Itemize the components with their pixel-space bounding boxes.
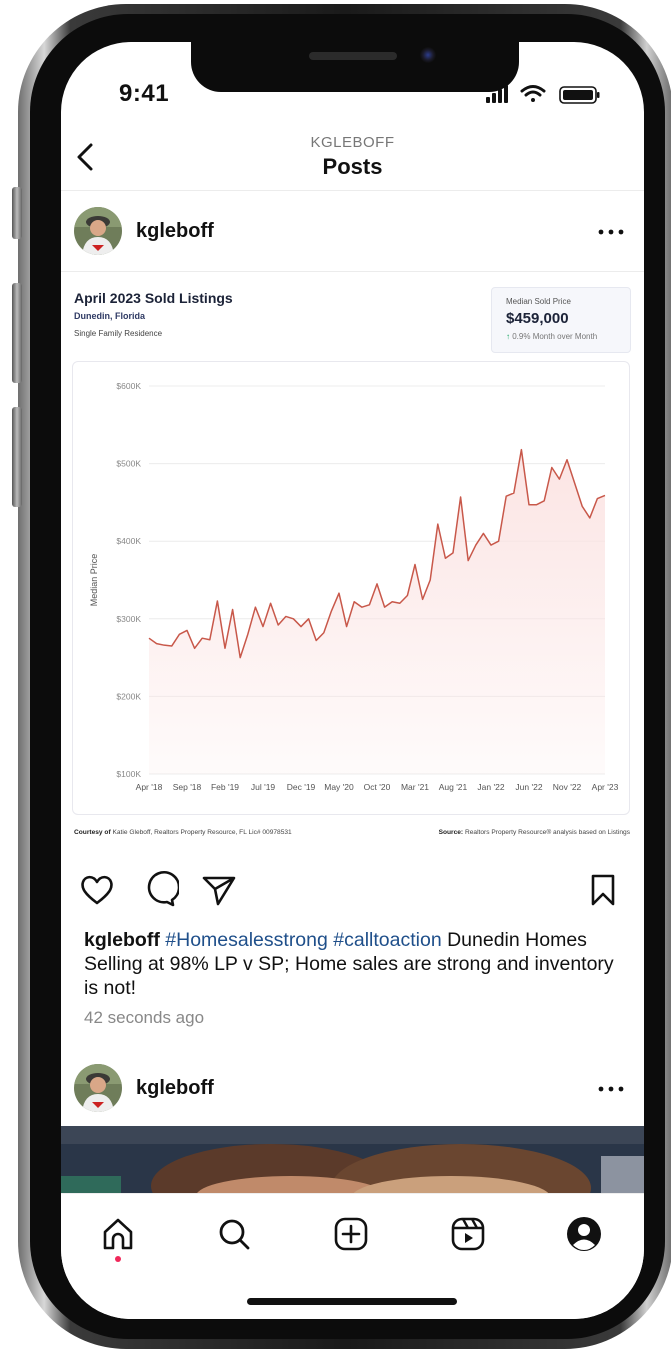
x-tick-label: Apr '23 bbox=[592, 782, 619, 792]
caption-hashtags[interactable]: #Homesalesstrong #calltoaction bbox=[165, 929, 441, 951]
x-tick-label: Oct '20 bbox=[364, 782, 391, 792]
front-camera bbox=[420, 47, 436, 63]
y-axis-label: Median Price bbox=[89, 554, 99, 607]
avatar[interactable] bbox=[74, 1064, 122, 1112]
share-send-icon[interactable] bbox=[199, 870, 239, 910]
median-price-stat: Median Sold Price $459,000 ↑ 0.9% Month … bbox=[491, 287, 631, 353]
median-price-chart: $100K $200K $300K $400K $500K $600K Apr '18 Sep… bbox=[89, 381, 619, 792]
y-tick-label: $100K bbox=[116, 769, 141, 779]
post-image[interactable] bbox=[61, 1126, 644, 1196]
post-timestamp: 42 seconds ago bbox=[84, 1008, 205, 1027]
y-tick-label: $500K bbox=[116, 459, 141, 469]
bookmark-save-icon[interactable] bbox=[583, 870, 623, 910]
x-tick-label: May '20 bbox=[324, 782, 354, 792]
x-tick-label: Sep '18 bbox=[173, 782, 202, 792]
x-tick-label: Apr '18 bbox=[136, 782, 163, 792]
post-username[interactable]: kgleboff bbox=[136, 220, 214, 243]
x-tick-label: Aug '21 bbox=[439, 782, 468, 792]
notification-dot bbox=[115, 1256, 121, 1262]
card-title: April 2023 Sold Listings bbox=[74, 290, 233, 306]
courtesy-text: Katie Gleboff, Realtors Property Resourc… bbox=[112, 829, 292, 836]
card-source: Source: Realtors Property Resource® anal… bbox=[439, 829, 630, 836]
stat-change: ↑ 0.9% Month over Month bbox=[506, 332, 597, 341]
page-title: Posts bbox=[322, 154, 383, 179]
add-post-icon bbox=[334, 1217, 368, 1251]
volume-down-button bbox=[12, 407, 22, 507]
series-area bbox=[149, 449, 605, 774]
notch bbox=[191, 42, 519, 92]
card-property-type: Single Family Residence bbox=[74, 329, 163, 338]
comment-icon[interactable] bbox=[139, 870, 179, 910]
y-tick-label: $200K bbox=[116, 691, 141, 701]
mute-switch bbox=[12, 187, 22, 239]
stat-change-text: 0.9% Month over Month bbox=[512, 332, 598, 341]
card-courtesy: Courtesy of Katie Gleboff, Realtors Prop… bbox=[74, 829, 292, 836]
battery-icon bbox=[559, 86, 600, 104]
x-tick-label: Feb '19 bbox=[211, 782, 239, 792]
more-options-icon[interactable] bbox=[591, 222, 631, 242]
tab-search[interactable] bbox=[214, 1214, 254, 1254]
wifi-icon bbox=[520, 85, 546, 102]
volume-up-button bbox=[12, 283, 22, 383]
x-tick-label: Jul '19 bbox=[251, 782, 276, 792]
source-text: Realtors Property Resource® analysis bas… bbox=[464, 829, 630, 836]
y-tick-label: $300K bbox=[116, 614, 141, 624]
post-header-divider bbox=[61, 271, 644, 272]
caption-username[interactable]: kgleboff bbox=[84, 929, 160, 951]
stat-value: $459,000 bbox=[506, 310, 569, 327]
home-icon bbox=[103, 1218, 133, 1250]
post-caption: kgleboff #Homesalesstrong #calltoaction … bbox=[84, 928, 629, 1000]
y-tick-label: $400K bbox=[116, 536, 141, 546]
stat-label: Median Sold Price bbox=[506, 297, 571, 306]
x-tick-label: Nov '22 bbox=[553, 782, 582, 792]
market-report-card[interactable]: April 2023 Sold Listings Dunedin, Florid… bbox=[61, 273, 644, 853]
chart-container: $100K $200K $300K $400K $500K $600K Apr '18 Sep… bbox=[72, 361, 630, 815]
tab-reels[interactable] bbox=[448, 1214, 488, 1254]
header-account-name: KGLEBOFF bbox=[310, 134, 395, 151]
card-location: Dunedin, Florida bbox=[74, 311, 145, 321]
y-tick-label: $600K bbox=[116, 381, 141, 391]
reels-icon bbox=[451, 1217, 485, 1251]
status-time: 9:41 bbox=[119, 80, 170, 107]
x-tick-label: Jan '22 bbox=[477, 782, 504, 792]
post-username[interactable]: kgleboff bbox=[136, 1077, 214, 1100]
profile-icon bbox=[567, 1217, 601, 1251]
home-indicator[interactable] bbox=[247, 1298, 457, 1305]
earpiece-speaker bbox=[309, 52, 397, 60]
search-icon bbox=[219, 1219, 250, 1250]
tab-home[interactable] bbox=[98, 1214, 138, 1254]
tab-profile[interactable] bbox=[564, 1214, 604, 1254]
courtesy-label: Courtesy of bbox=[74, 829, 111, 836]
like-heart-icon[interactable] bbox=[77, 870, 117, 910]
x-tick-label: Dec '19 bbox=[287, 782, 316, 792]
tab-create[interactable] bbox=[331, 1214, 371, 1254]
more-options-icon[interactable] bbox=[591, 1079, 631, 1099]
x-tick-label: Mar '21 bbox=[401, 782, 429, 792]
x-tick-label: Jun '22 bbox=[515, 782, 542, 792]
up-arrow-icon: ↑ bbox=[506, 332, 510, 341]
phone-screen: 9:41 KGLEBOFF Posts kgleboff April 2023 … bbox=[61, 42, 644, 1319]
header-divider bbox=[61, 190, 644, 191]
source-label: Source: bbox=[438, 829, 464, 836]
avatar[interactable] bbox=[74, 207, 122, 255]
